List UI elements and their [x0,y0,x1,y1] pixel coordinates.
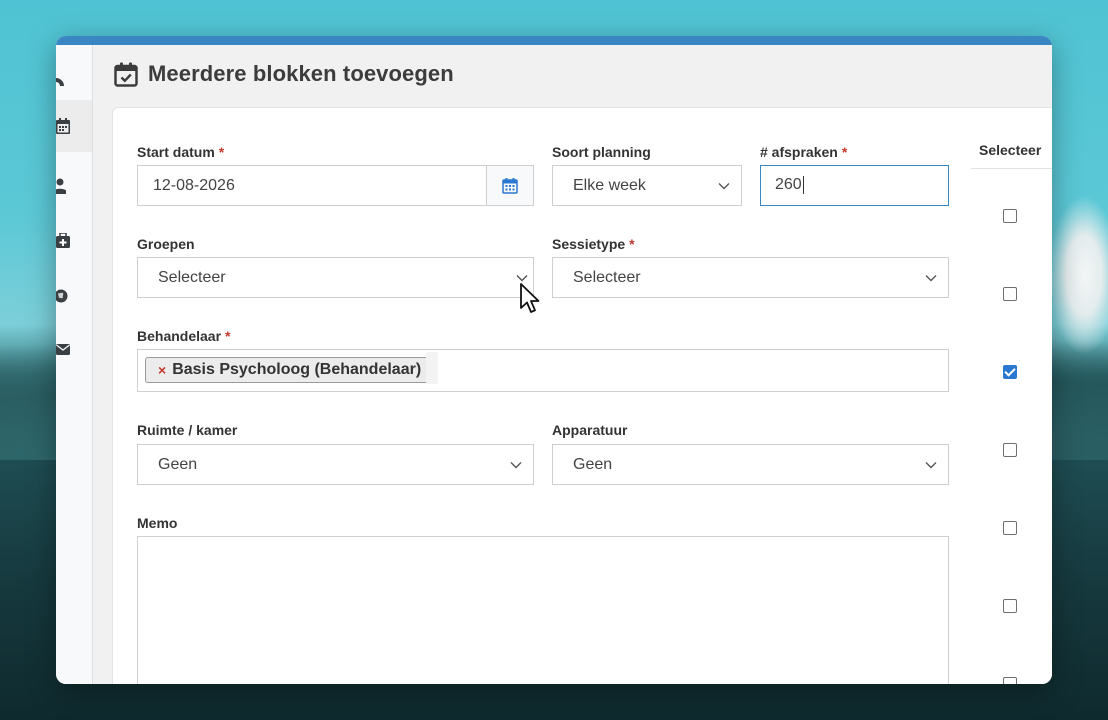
memo-label: Memo [137,515,178,531]
memo-textarea[interactable] [137,536,949,684]
date-picker-button[interactable] [486,166,533,205]
chevron-down-icon [914,461,948,469]
form-card: Start datum * 12-08-2026 Soort planning E… [112,107,1052,684]
page-title: Meerdere blokken toevoegen [148,61,454,86]
chevron-down-icon [511,274,533,282]
row-select-checkbox[interactable] [1003,521,1017,535]
equipment-label: Apparatuur [552,422,628,438]
remove-tag-button[interactable]: × [158,362,166,378]
sidebar-item-medical[interactable] [56,215,92,267]
calendar-icon [502,177,518,194]
start-date-input[interactable]: 12-08-2026 [137,165,534,206]
sidebar-item-mail[interactable] [56,324,92,376]
equipment-select[interactable]: Geen [552,444,949,485]
appointments-label: # afspraken * [760,144,848,160]
practitioner-label: Behandelaar * [137,328,231,344]
user-icon [56,178,66,194]
room-label: Ruimte / kamer [137,422,238,438]
chevron-down-icon [914,274,948,282]
row-select-checkbox[interactable] [1003,209,1017,223]
sidebar-item-calendar[interactable] [56,100,92,152]
session-type-label: Sessietype * [552,236,635,252]
sidebar-item-globe[interactable] [56,270,92,322]
medical-kit-icon [56,233,70,248]
chevron-down-icon [499,461,533,469]
groups-label: Groepen [137,236,195,252]
calendar-check-icon [114,62,138,87]
planning-select[interactable]: Elke week [552,165,742,206]
row-select-checkbox[interactable] [1003,599,1017,613]
search-cursor-area[interactable] [426,352,438,384]
room-select[interactable]: Geen [137,444,534,485]
practitioner-tag: × Basis Psycholoog (Behandelaar) [145,357,434,383]
planning-label: Soort planning [552,144,651,160]
session-type-select[interactable]: Selecteer [552,257,949,298]
practitioner-multiselect[interactable]: × Basis Psycholoog (Behandelaar) [137,349,949,392]
row-select-checkbox[interactable] [1003,365,1017,379]
chevron-down-icon [707,182,741,190]
groups-select[interactable]: Selecteer [137,257,534,298]
window-top-bar [56,36,1052,45]
appointments-input[interactable]: 260 [760,165,949,206]
column-divider [971,168,1052,169]
practitioner-tag-label: Basis Psycholoog (Behandelaar) [172,361,422,378]
page-header: Meerdere blokken toevoegen [114,61,454,87]
dashboard-icon [56,78,64,87]
calendar-icon [56,118,70,134]
mouse-pointer-icon [520,283,540,313]
row-select-checkbox[interactable] [1003,287,1017,301]
row-select-checkbox[interactable] [1003,677,1017,684]
sidebar-item-user[interactable] [56,160,92,212]
sidebar [56,45,93,684]
globe-icon [56,289,68,303]
start-date-label: Start datum * [137,144,225,160]
row-select-checkbox[interactable] [1003,443,1017,457]
select-column-header: Selecteer [979,142,1042,158]
envelope-icon [56,344,70,355]
app-window: Meerdere blokken toevoegen Start datum * … [56,36,1052,684]
